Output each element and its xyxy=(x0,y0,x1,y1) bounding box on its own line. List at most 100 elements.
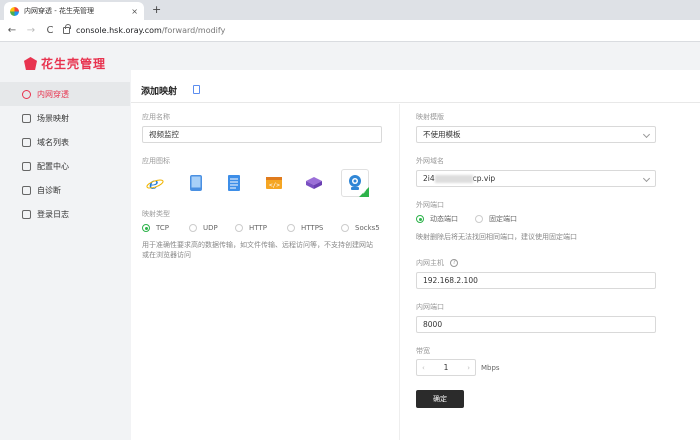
radio-udp[interactable]: UDP xyxy=(189,224,218,232)
scene-icon xyxy=(22,113,31,123)
app-icon-label: 应用图标 xyxy=(142,157,170,165)
domain-suffix: cp.vip xyxy=(472,174,496,183)
bandwidth-unit: Mbps xyxy=(481,364,500,372)
forward-icon[interactable]: → xyxy=(24,25,38,36)
map-type-label: 映射类型 xyxy=(142,210,170,218)
radio-label: TCP xyxy=(156,224,169,232)
logo-text: 花生壳管理 xyxy=(41,57,107,71)
question-icon[interactable]: ? xyxy=(450,259,459,267)
sidebar-item-label: 域名列表 xyxy=(37,137,69,147)
sidebar-item-label: 配置中心 xyxy=(37,161,69,171)
sidebar-item-config[interactable]: 配置中心 xyxy=(0,154,130,178)
radio-label: HTTPS xyxy=(301,224,324,232)
sidebar-item-domains[interactable]: 域名列表 xyxy=(0,130,130,154)
radio-dynamic-port[interactable]: 动态端口 xyxy=(416,214,458,224)
ie-icon[interactable]: e xyxy=(142,170,168,196)
app-name-input[interactable]: 视频监控 xyxy=(142,126,382,143)
sidebar: 花生壳管理 内网穿透 场景映射 域名列表 配置中心 自诊断 登录日志 xyxy=(0,43,130,440)
port-help: 映射删除后将无法找回相同端口，建议使用固定端口 xyxy=(416,233,577,241)
radio-dot xyxy=(189,224,197,232)
radio-dot xyxy=(475,215,483,223)
storage-disk-icon[interactable] xyxy=(301,170,327,196)
domain-list-icon xyxy=(22,137,31,147)
page-title: 添加映射 xyxy=(141,87,178,97)
radio-https[interactable]: HTTPS xyxy=(287,224,323,232)
config-icon xyxy=(22,161,31,171)
domain-label: 外网域名 xyxy=(416,157,444,165)
radio-socks5[interactable]: Socks5 xyxy=(341,224,380,232)
document-icon[interactable] xyxy=(193,85,200,94)
favicon-icon xyxy=(10,6,19,16)
column-divider xyxy=(399,104,400,440)
host-label-wrap: 内网主机 ? xyxy=(416,258,459,268)
url-path: /forward/modify xyxy=(161,26,226,35)
inner-port-label: 内网端口 xyxy=(416,303,444,311)
sidebar-menu: 内网穿透 场景映射 域名列表 配置中心 自诊断 登录日志 xyxy=(0,82,130,226)
tab-title: 内网穿透 - 花生壳管理 xyxy=(24,7,94,15)
check-icon: ✓ xyxy=(361,189,367,196)
radio-fixed-port[interactable]: 固定端口 xyxy=(475,214,517,224)
sidebar-item-label: 场景映射 xyxy=(37,113,69,123)
host-label: 内网主机 xyxy=(416,259,444,267)
domain-select[interactable]: 2i4 cp.vip xyxy=(416,170,656,187)
back-icon[interactable]: ← xyxy=(5,25,19,36)
peanut-logo-icon xyxy=(24,57,37,70)
close-icon[interactable]: × xyxy=(131,7,138,16)
tablet-icon[interactable] xyxy=(183,170,209,196)
bandwidth-label: 带宽 xyxy=(416,347,430,355)
chevron-down-icon xyxy=(642,174,651,183)
radio-label: HTTP xyxy=(249,224,267,232)
sidebar-item-intranet[interactable]: 内网穿透 xyxy=(0,82,130,106)
sidebar-item-login-log[interactable]: 登录日志 xyxy=(0,202,130,226)
decrement-button[interactable]: ‹ xyxy=(422,364,425,372)
radio-http[interactable]: HTTP xyxy=(235,224,267,232)
port-label: 外网端口 xyxy=(416,201,444,209)
intranet-icon xyxy=(22,89,31,99)
radio-dot xyxy=(235,224,243,232)
app-name-label: 应用名称 xyxy=(142,113,170,121)
radio-tcp[interactable]: TCP xyxy=(142,224,169,232)
url-host: console.hsk.oray.com xyxy=(76,26,162,35)
lock-icon xyxy=(63,24,71,34)
radio-label: Socks5 xyxy=(355,224,380,232)
logo[interactable]: 花生壳管理 xyxy=(24,55,106,72)
radio-dot xyxy=(416,215,424,223)
redacted-text xyxy=(434,175,473,183)
code-window-icon[interactable]: </> xyxy=(261,170,287,196)
sidebar-item-label: 自诊断 xyxy=(37,185,61,195)
help-line: 或在浏览器访问 xyxy=(142,251,191,259)
browser-tabstrip: 内网穿透 - 花生壳管理 × + xyxy=(0,0,700,20)
radio-dot xyxy=(341,224,349,232)
document-stack-icon[interactable] xyxy=(221,170,247,196)
template-label: 映射模版 xyxy=(416,113,444,121)
bandwidth-stepper[interactable]: ‹ 1 › xyxy=(416,359,476,376)
host-input[interactable]: 192.168.2.100 xyxy=(416,272,656,289)
help-line: 用于准确性要求高的数据传输，如文件传输、远程访问等，不支持创建网站 xyxy=(142,241,373,249)
browser-tab[interactable]: 内网穿透 - 花生壳管理 × xyxy=(4,2,144,20)
radio-label: UDP xyxy=(203,224,218,232)
confirm-button[interactable]: 确定 xyxy=(416,390,464,408)
camera-icon[interactable]: ✓ xyxy=(341,169,369,197)
radio-label: 动态端口 xyxy=(430,215,458,223)
increment-button[interactable]: › xyxy=(467,364,470,372)
address-bar[interactable]: console.hsk.oray.com /forward/modify xyxy=(63,24,226,35)
radio-dot xyxy=(287,224,295,232)
sidebar-item-label: 内网穿透 xyxy=(37,89,69,99)
sidebar-item-label: 登录日志 xyxy=(37,209,69,219)
inner-port-input[interactable]: 8000 xyxy=(416,316,656,333)
map-type-help: 用于准确性要求高的数据传输，如文件传输、远程访问等，不支持创建网站 或在浏览器访… xyxy=(142,240,387,260)
log-icon xyxy=(22,209,31,219)
diagnose-icon xyxy=(22,185,31,195)
page-header: 添加映射 xyxy=(131,70,700,103)
main-panel: 添加映射 应用名称 视频监控 应用图标 e </> ✓ 映射类型 TCP UDP… xyxy=(131,70,700,440)
browser-toolbar: ← → C console.hsk.oray.com /forward/modi… xyxy=(0,20,700,42)
domain-prefix: 2i4 xyxy=(423,174,435,183)
reload-icon[interactable]: C xyxy=(43,25,57,36)
template-select[interactable]: 不使用模板 xyxy=(416,126,656,143)
sidebar-item-diagnose[interactable]: 自诊断 xyxy=(0,178,130,202)
svg-text:</>: </> xyxy=(269,182,280,189)
sidebar-item-scene[interactable]: 场景映射 xyxy=(0,106,130,130)
new-tab-button[interactable]: + xyxy=(152,3,161,17)
chevron-down-icon xyxy=(642,130,651,139)
radio-label: 固定端口 xyxy=(489,215,517,223)
